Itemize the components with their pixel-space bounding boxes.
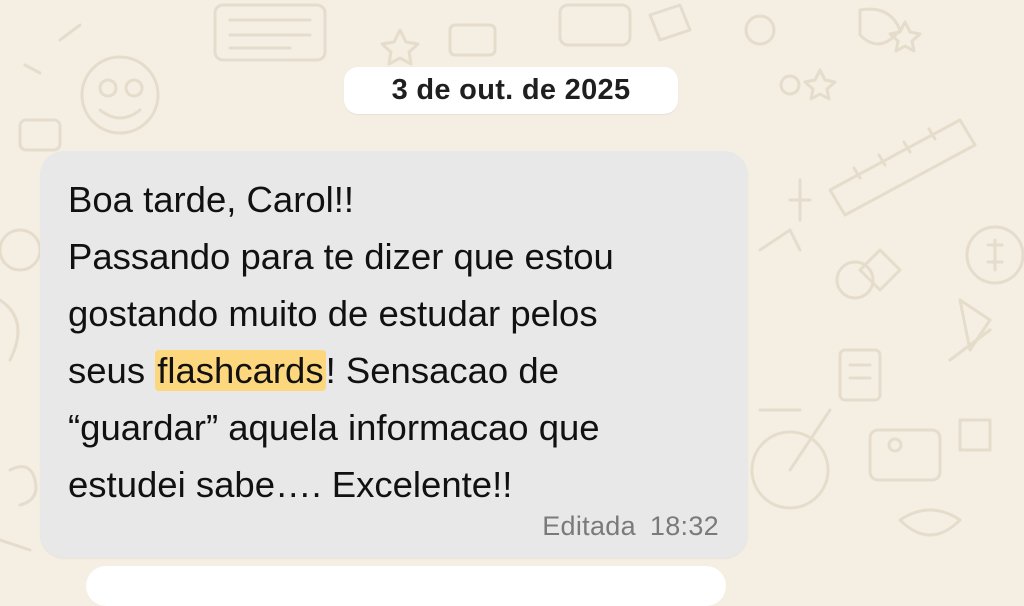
message-meta: Editada 18:32	[542, 511, 719, 542]
message-text-segment: seus	[68, 350, 156, 391]
edited-label: Editada	[542, 511, 636, 541]
message-line: Passando para te dizer que estou	[68, 236, 614, 277]
message-text: Boa tarde, Carol!! Passando para te dize…	[68, 171, 738, 513]
message-time: 18:32	[649, 511, 719, 541]
message-line: Boa tarde, Carol!!	[68, 179, 355, 220]
highlighted-word: flashcards	[155, 350, 326, 391]
next-message-bubble[interactable]	[86, 566, 726, 606]
message-bubble[interactable]: Boa tarde, Carol!! Passando para te dize…	[40, 151, 748, 558]
message-line: seus flashcards! Sensacao de	[68, 342, 738, 399]
message-line: estudei sabe…. Excelente!!	[68, 464, 513, 505]
message-text-segment: ! Sensacao de	[325, 350, 559, 391]
message-line: “guardar” aquela informacao que	[68, 407, 600, 448]
message-line: gostando muito de estudar pelos	[68, 293, 598, 334]
date-separator: 3 de out. de 2025	[344, 67, 678, 114]
